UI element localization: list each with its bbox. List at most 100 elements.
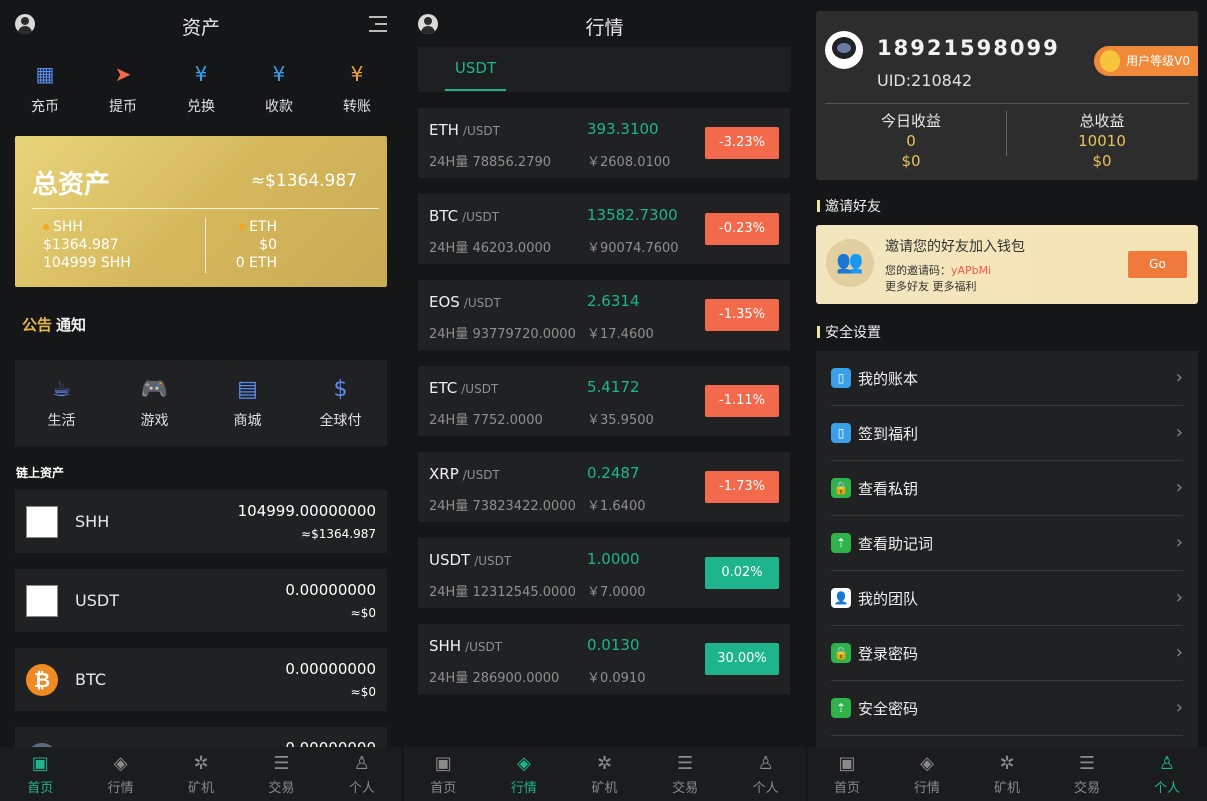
price-cny: ￥7.0000: [587, 585, 646, 600]
action-1[interactable]: ➤ 提币: [93, 62, 153, 116]
action-0[interactable]: ▦ 充币: [15, 62, 75, 116]
setting-item[interactable]: ⇡ 安全密码 ›: [831, 681, 1183, 736]
volume-24h: 24H量 78856.2790: [429, 155, 552, 170]
market-row[interactable]: BTC/USDT 24H量 46203.0000 13582.7300 ￥90074.…: [418, 194, 790, 264]
transfer-icon: ¥: [350, 62, 364, 86]
tab-3[interactable]: ☰ 交易: [645, 747, 726, 801]
medal-icon: [1100, 50, 1121, 72]
tab-0[interactable]: ▣ 首页: [403, 747, 484, 801]
last-price: 0.2487: [587, 464, 640, 482]
action-4[interactable]: ¥ 转账: [327, 62, 387, 116]
market-row[interactable]: SHH/USDT 24H量 286900.0000 0.0130 ￥0.0910 30.…: [418, 624, 790, 694]
symbol-quote: /USDT: [465, 640, 503, 654]
bottom-tab-bar: ▣ 首页 ◈ 行情 ✲ 矿机 ☰ 交易 ♙ 个人: [403, 747, 806, 801]
volume-24h: 24H量 286900.0000: [429, 671, 560, 686]
tab-4[interactable]: ♙ 个人: [322, 747, 402, 801]
tab-4[interactable]: ♙ 个人: [725, 747, 806, 801]
notice-bar[interactable]: 公告 通知: [22, 314, 86, 335]
tab-3[interactable]: ☰ 交易: [241, 747, 321, 801]
symbol-base: BTC: [429, 207, 459, 225]
tab-2[interactable]: ✲ 矿机: [967, 747, 1047, 801]
volume-24h: 24H量 12312545.0000: [429, 585, 576, 600]
market-tabs: USDT: [418, 47, 791, 92]
coin-row[interactable]: SHH 104999.00000000 ≈$1364.987: [15, 490, 387, 553]
symbol-quote: /USDT: [463, 296, 501, 310]
upload-icon: ⇡: [831, 533, 851, 553]
setting-item[interactable]: 🔒 查看私钥 ›: [831, 461, 1183, 516]
tab-1[interactable]: ◈ 行情: [887, 747, 967, 801]
trade-icon: ☰: [677, 753, 694, 774]
tab-1[interactable]: ◈ 行情: [484, 747, 565, 801]
invite-code[interactable]: yAPbMi: [951, 264, 991, 277]
change-badge[interactable]: -0.23%: [705, 213, 779, 245]
app-label: 生活: [47, 413, 76, 429]
action-3[interactable]: ¥ 收款: [249, 62, 309, 116]
tab-label: 个人: [752, 781, 779, 796]
tab-0[interactable]: ▣ 首页: [807, 747, 887, 801]
tab-3[interactable]: ☰ 交易: [1047, 747, 1127, 801]
user-avatar[interactable]: [825, 31, 863, 69]
market-row[interactable]: ETH/USDT 24H量 78856.2790 393.3100 ￥2608.010…: [418, 108, 790, 178]
tab-label: 个人: [1153, 781, 1180, 796]
quick-actions: ▦ 充币 ➤ 提币 ¥ 兑换 ¥ 收款 ¥ 转账: [15, 62, 387, 116]
app-2[interactable]: ▤ 商城: [201, 360, 294, 446]
setting-item[interactable]: 🔒 登录密码 ›: [831, 626, 1183, 681]
user-phone: 18921598099: [877, 36, 1060, 60]
change-badge[interactable]: 0.02%: [705, 557, 779, 589]
coin-row[interactable]: USDT 0.00000000 ≈$0: [15, 569, 387, 632]
change-badge[interactable]: -1.73%: [705, 471, 779, 503]
market-screen: 行情 USDT ETH/USDT 24H量 78856.2790 393.3100 ￥…: [403, 0, 806, 801]
pair-symbol: ETC/USDT: [429, 379, 498, 397]
tab-label: 首页: [27, 781, 54, 796]
user-level-badge[interactable]: 用户等级V0: [1094, 46, 1198, 76]
symbol-base: EOS: [429, 293, 460, 311]
dot-icon: [239, 224, 246, 230]
coin-amount: 104999.00000000: [237, 502, 376, 520]
setting-item[interactable]: ▯ 签到福利 ›: [831, 406, 1183, 461]
tab-usdt[interactable]: USDT: [445, 59, 506, 91]
asset-name: SHH: [53, 219, 83, 235]
market-row[interactable]: XRP/USDT 24H量 73823422.0000 0.2487 ￥1.6400 -…: [418, 452, 790, 522]
setting-item[interactable]: 👤 我的团队 ›: [831, 571, 1183, 626]
symbol-base: SHH: [429, 637, 462, 655]
go-button[interactable]: Go: [1128, 251, 1187, 278]
menu-fold-icon[interactable]: [369, 16, 387, 32]
change-badge[interactable]: 30.00%: [705, 643, 779, 675]
action-label: 充币: [31, 99, 59, 115]
market-row[interactable]: USDT/USDT 24H量 12312545.0000 1.0000 ￥7.0000…: [418, 538, 790, 608]
chain-assets-title: 链上资产: [16, 466, 65, 480]
setting-item[interactable]: ⇡ 查看助记词 ›: [831, 516, 1183, 571]
stat-label: 今日收益: [880, 112, 941, 130]
tab-label: 首页: [430, 781, 457, 796]
coin-row[interactable]: ₿ BTC 0.00000000 ≈$0: [15, 648, 387, 711]
setting-item[interactable]: ▯ 我的账本 ›: [831, 351, 1183, 406]
last-price: 13582.7300: [587, 206, 678, 224]
app-label: 游戏: [140, 413, 169, 429]
total-assets-card[interactable]: 总资产 ≈$1364.987 SHH $1364.987 104999 SHH …: [15, 136, 387, 287]
setting-label: 我的账本: [858, 370, 919, 388]
action-label: 兑换: [187, 99, 215, 115]
app-0[interactable]: ☕ 生活: [15, 360, 108, 446]
tab-2[interactable]: ✲ 矿机: [564, 747, 645, 801]
card-vertical-divider: [205, 218, 206, 273]
change-badge[interactable]: -1.35%: [705, 299, 779, 331]
tab-2[interactable]: ✲ 矿机: [161, 747, 241, 801]
tab-1[interactable]: ◈ 行情: [80, 747, 160, 801]
action-label: 收款: [265, 99, 293, 115]
action-2[interactable]: ¥ 兑换: [171, 62, 231, 116]
miner-icon: ✲: [596, 753, 613, 774]
store-icon: ▤: [237, 377, 258, 402]
security-section-title: 安全设置: [817, 322, 881, 342]
tab-4[interactable]: ♙ 个人: [1127, 747, 1207, 801]
change-badge[interactable]: -3.23%: [705, 127, 779, 159]
app-1[interactable]: 🎮 游戏: [108, 360, 201, 446]
invite-banner[interactable]: 👥 邀请您的好友加入钱包 您的邀请码：yAPbMi 更多好友 更多福利 Go: [816, 225, 1198, 304]
market-row[interactable]: EOS/USDT 24H量 93779720.0000 2.6314 ￥17.4600…: [418, 280, 790, 350]
total-assets-label: 总资产: [32, 170, 111, 200]
tab-label: 矿机: [993, 781, 1020, 796]
tab-label: 首页: [833, 781, 860, 796]
change-badge[interactable]: -1.11%: [705, 385, 779, 417]
app-3[interactable]: $ 全球付: [294, 360, 387, 446]
tab-0[interactable]: ▣ 首页: [0, 747, 80, 801]
market-row[interactable]: ETC/USDT 24H量 7752.0000 5.4172 ￥35.9500 -1.1…: [418, 366, 790, 436]
